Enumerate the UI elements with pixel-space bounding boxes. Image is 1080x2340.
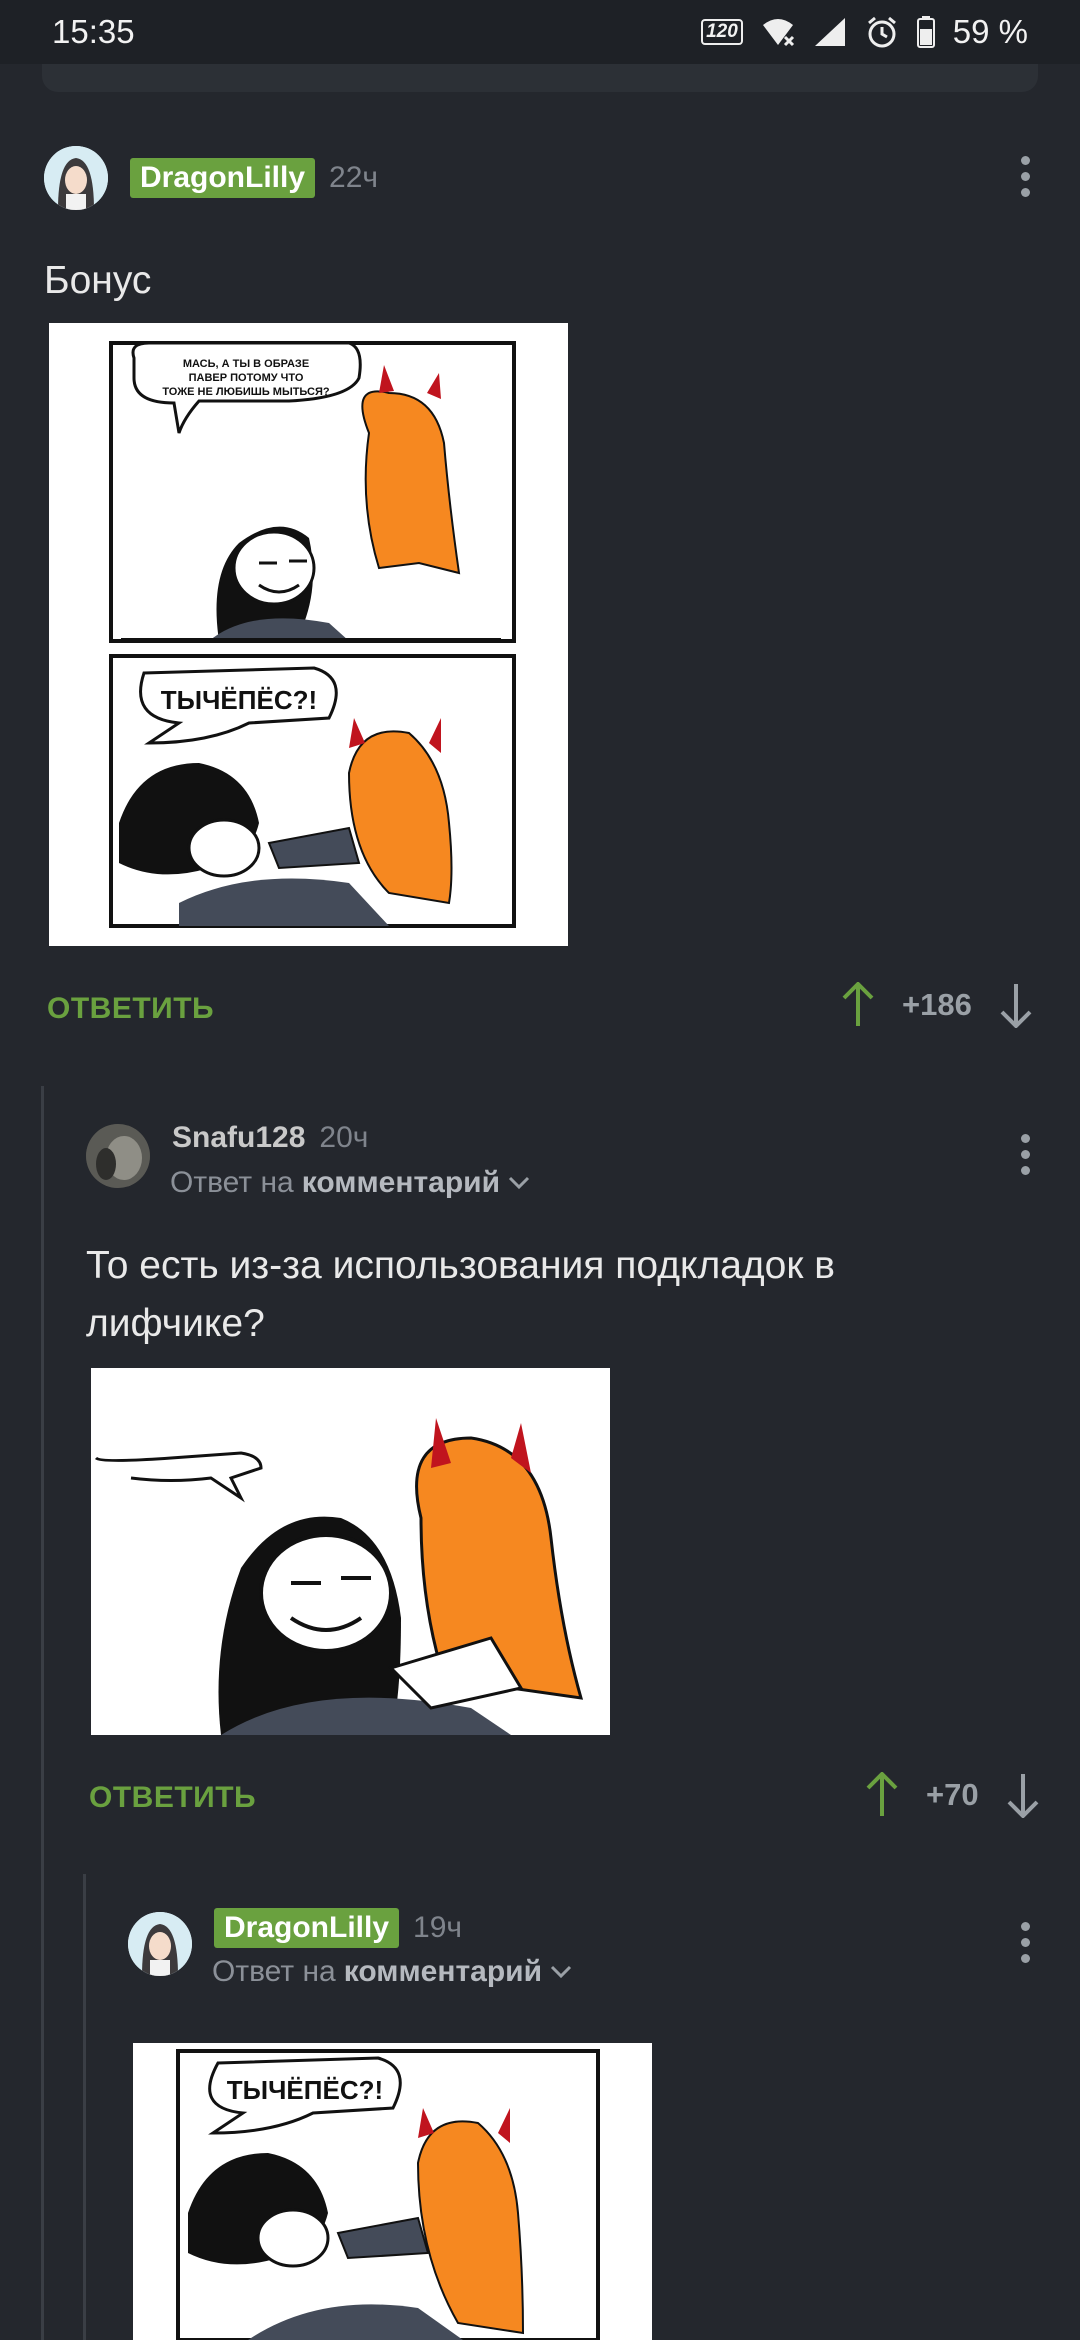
comment-text: То есть из-за использования подкладок в … [86,1244,835,1345]
avatar[interactable] [44,146,108,210]
reply-target[interactable]: комментарий [344,1955,542,1989]
comment-header: DragonLilly 22ч [44,146,378,210]
avatar[interactable] [86,1124,150,1188]
alarm-icon [867,16,896,48]
comment-image[interactable]: ТЫЧЁПЁС?! [133,2043,652,2340]
reply-button[interactable]: ОТВЕТИТЬ [89,1781,256,1815]
avatar[interactable] [128,1912,192,1976]
chevron-down-icon[interactable] [550,1965,572,1979]
battery-percent: 59 % [952,13,1028,50]
reply-target[interactable]: комментарий [302,1166,500,1200]
downvote-arrow-icon[interactable] [998,982,1034,1028]
status-time: 15:35 [52,13,135,50]
wifi-icon [762,19,794,47]
rating-score: +70 [926,1777,979,1812]
panel-caption: ТЫЧЁПЁС?! [227,2075,383,2105]
thread-line[interactable] [41,1086,44,2340]
panel-caption: ТЫЧЁПЁС?! [161,685,317,715]
svg-text:ТОЖЕ НЕ ЛЮБИШЬ МЫТЬСЯ?: ТОЖЕ НЕ ЛЮБИШЬ МЫТЬСЯ? [162,386,330,398]
upvote-arrow-icon[interactable] [840,982,876,1028]
battery-icon [916,16,935,48]
thread-line[interactable] [83,1874,86,2340]
reply-prefix: Ответ на [212,1955,336,1988]
comment-time: 22ч [329,161,379,194]
rating-controls: +70 [864,1772,1041,1818]
reply-to-link[interactable]: Ответ на комментарий [170,1166,530,1200]
author-name[interactable]: DragonLilly [214,1908,400,1948]
rating-controls: +186 [840,982,1034,1028]
reply-button[interactable]: ОТВЕТИТЬ [47,992,214,1026]
reply-prefix: Ответ на [170,1166,294,1199]
upvote-arrow-icon[interactable] [864,1772,900,1818]
comment-image[interactable]: МАСЬ, А ТЫ В ОБРАЗЕ ПАВЕР ПОТОМУ ЧТО ТОЖ… [49,323,568,946]
downvote-arrow-icon[interactable] [1005,1772,1041,1818]
svg-text:ПАВЕР ПОТОМУ ЧТО: ПАВЕР ПОТОМУ ЧТО [189,372,304,384]
more-vertical-icon[interactable] [1015,1134,1035,1178]
comment-text: Бонус [44,259,152,302]
refresh-rate-icon: 120 [701,19,743,45]
reply-to-link[interactable]: Ответ на комментарий [212,1955,572,1989]
author-name[interactable]: Snafu128 [172,1121,305,1155]
svg-text:МАСЬ, А ТЫ В ОБРАЗЕ: МАСЬ, А ТЫ В ОБРАЗЕ [183,358,309,370]
comment-time: 20ч [319,1121,369,1154]
comment-time: 19ч [413,1911,463,1944]
author-name[interactable]: DragonLilly [130,158,316,198]
signal-icon [814,18,845,46]
more-vertical-icon[interactable] [1015,156,1035,200]
chevron-down-icon[interactable] [508,1176,530,1190]
rating-score: +186 [902,987,972,1022]
comment-image[interactable] [91,1368,610,1735]
status-icons: 120 59 % [701,13,1028,51]
status-bar: 15:35 120 59 % [0,0,1080,64]
more-vertical-icon[interactable] [1015,1922,1035,1966]
